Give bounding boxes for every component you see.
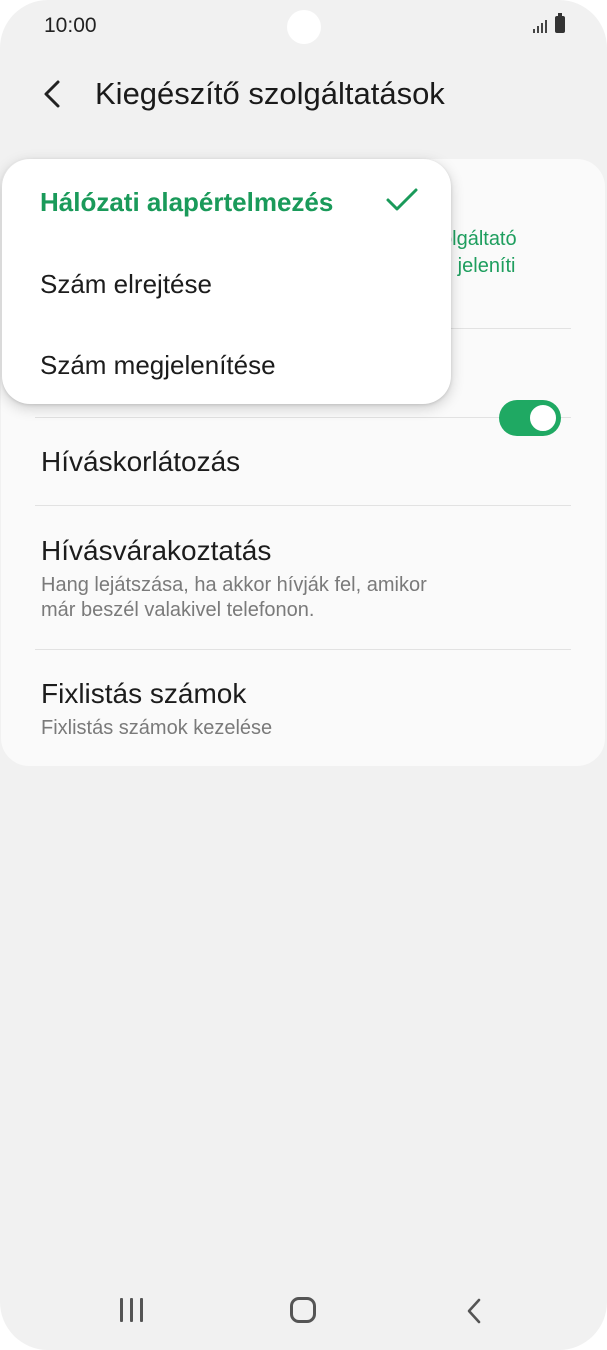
nav-back-icon[interactable]: [460, 1296, 490, 1326]
caller-id-status-text: olgáltató n jeleníti: [441, 228, 517, 277]
option-hide-number[interactable]: Szám elrejtése: [40, 269, 212, 300]
status-time: 10:00: [44, 14, 97, 37]
item-title: Híváskorlátozás: [41, 446, 241, 477]
option-show-number[interactable]: Szám megjelenítése: [40, 350, 276, 381]
checkmark-icon: [386, 188, 418, 211]
navigation-bar: [0, 1280, 607, 1340]
status-icons: [533, 13, 565, 33]
toggle-knob: [528, 403, 558, 433]
camera-cutout: [287, 10, 321, 44]
phone-screen: 10:00 Kiegészítő szolgáltatások olgáltat…: [0, 0, 607, 1350]
divider: [35, 649, 571, 650]
back-button[interactable]: [34, 74, 74, 114]
back-arrow-icon: [44, 80, 60, 108]
nav-back-arrow-icon: [467, 1298, 481, 1324]
app-header: Kiegészítő szolgáltatások: [0, 60, 607, 130]
list-item-call-barring[interactable]: Híváskorlátozás: [41, 446, 565, 478]
item-title: Hívásvárakoztatás: [41, 535, 272, 566]
list-item-fixed-dialing[interactable]: Fixlistás számok Fixlistás számok kezelé…: [41, 678, 565, 741]
signal-icon: [533, 17, 547, 33]
battery-icon: [555, 13, 565, 33]
home-icon[interactable]: [290, 1297, 316, 1323]
divider: [35, 505, 571, 506]
item-subtitle: Hang lejátszása, ha akkor hívják fel, am…: [41, 574, 427, 621]
recent-apps-icon[interactable]: [120, 1298, 143, 1322]
list-item-call-waiting[interactable]: Hívásvárakoztatás Hang lejátszása, ha ak…: [41, 535, 565, 623]
call-waiting-toggle[interactable]: [499, 400, 561, 436]
page-title: Kiegészítő szolgáltatások: [95, 76, 445, 111]
item-title: Fixlistás számok: [41, 678, 247, 709]
divider: [35, 417, 571, 418]
option-network-default[interactable]: Hálózati alapértelmezés: [40, 187, 333, 218]
caller-id-dropdown: Hálózati alapértelmezés Szám elrejtése S…: [2, 159, 451, 404]
item-subtitle: Fixlistás számok kezelése: [41, 717, 273, 739]
